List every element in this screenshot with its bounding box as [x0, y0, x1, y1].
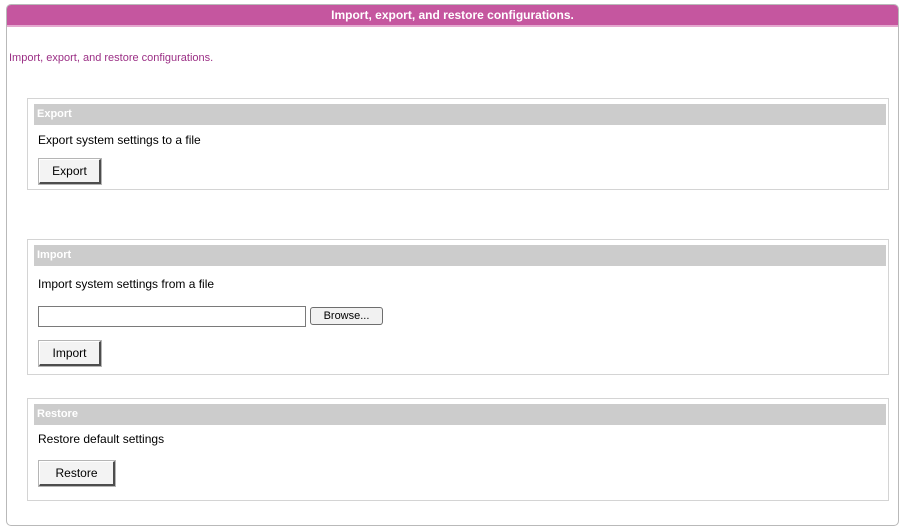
import-section-header: Import — [34, 245, 886, 266]
config-panel: Import, export, and restore configuratio… — [6, 4, 899, 526]
restore-button[interactable]: Restore — [38, 460, 116, 487]
restore-section-header: Restore — [34, 404, 886, 425]
restore-section: Restore Restore default settings Restore — [27, 398, 889, 501]
export-button[interactable]: Export — [38, 158, 102, 185]
page-title: Import, export, and restore configuratio… — [7, 5, 898, 27]
import-section: Import Import system settings from a fil… — [27, 239, 889, 375]
import-button[interactable]: Import — [38, 340, 102, 367]
browse-button[interactable]: Browse... — [310, 307, 383, 325]
page-subtitle: Import, export, and restore configuratio… — [9, 52, 214, 64]
import-file-field[interactable] — [38, 306, 306, 327]
restore-description: Restore default settings — [38, 432, 165, 446]
export-description: Export system settings to a file — [38, 133, 201, 147]
export-section: Export Export system settings to a file … — [27, 98, 889, 190]
export-section-header: Export — [34, 104, 886, 125]
import-description: Import system settings from a file — [38, 277, 215, 291]
